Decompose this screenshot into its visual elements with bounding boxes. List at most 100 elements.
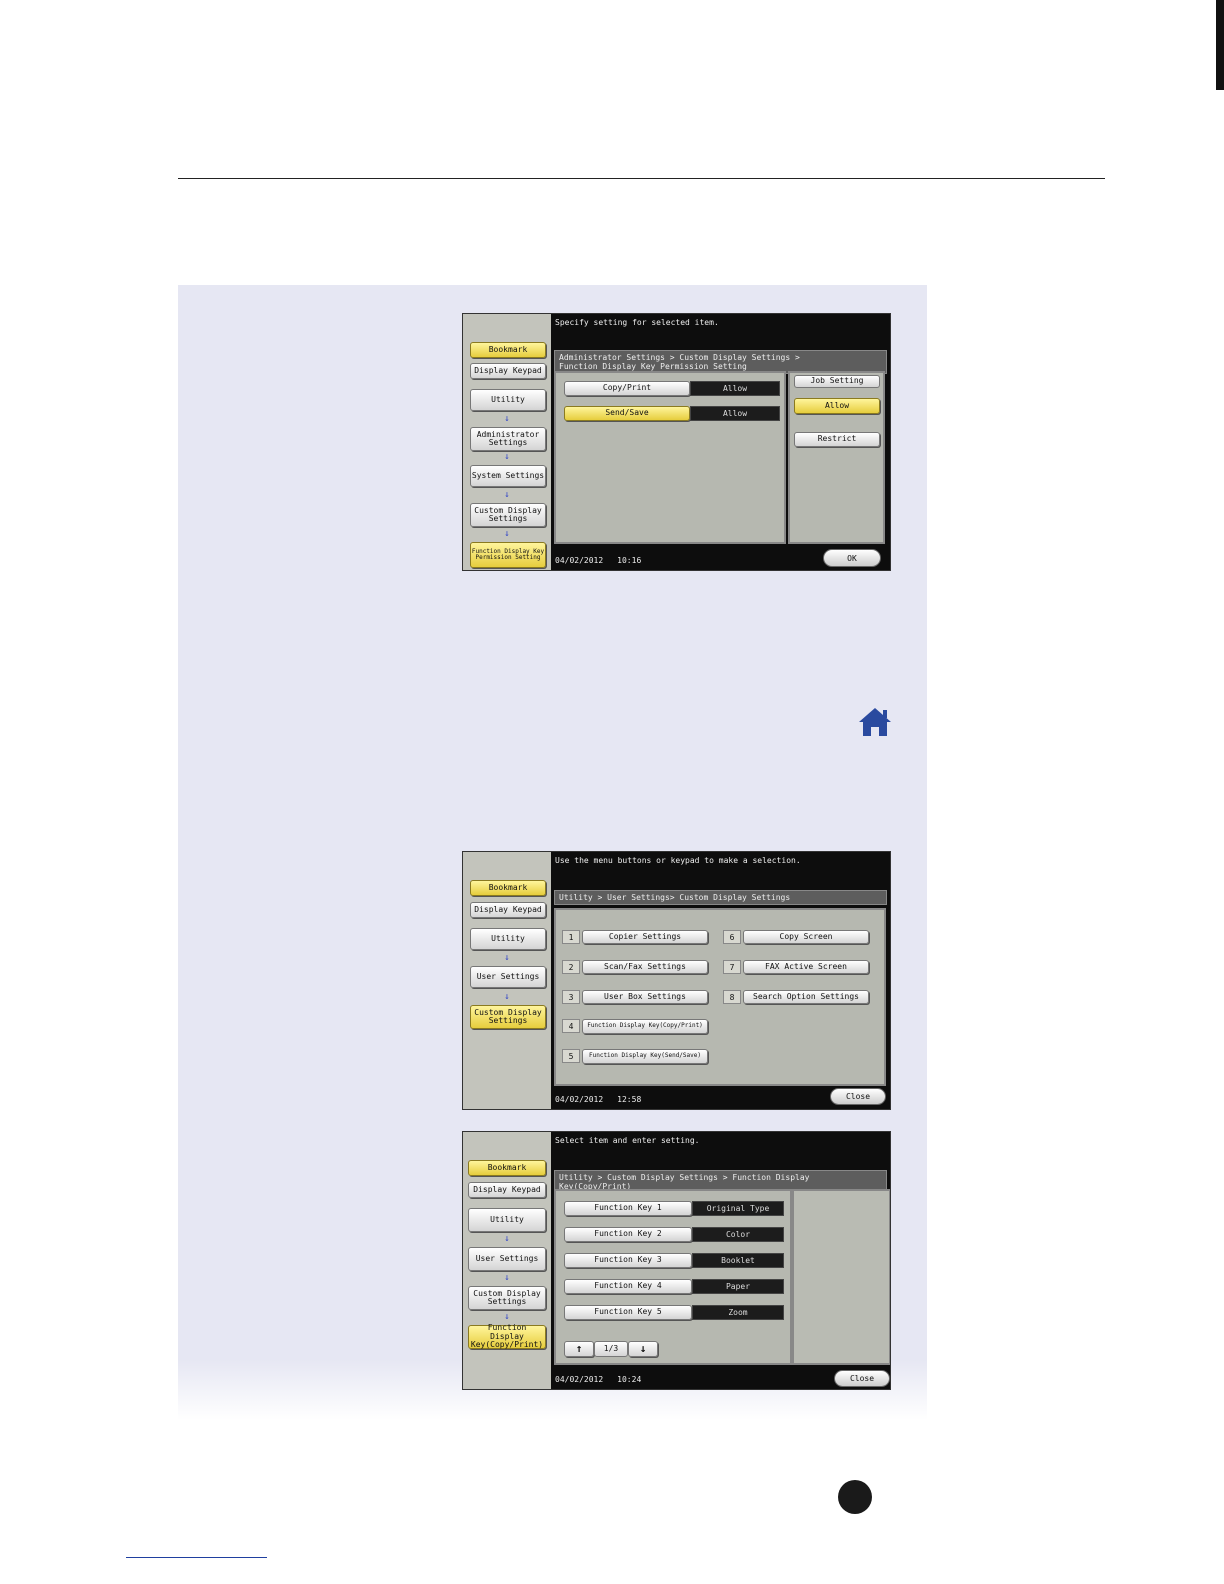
main-area: Select item and enter setting. Utility >… bbox=[551, 1132, 890, 1389]
ok-button[interactable]: OK bbox=[823, 549, 881, 567]
fax-active-screen-button[interactable]: FAX Active Screen bbox=[743, 960, 869, 974]
function-key-4-button[interactable]: Function Key 4 bbox=[564, 1279, 692, 1294]
header-rule bbox=[178, 178, 1105, 179]
copy-print-button[interactable]: Copy/Print bbox=[564, 381, 690, 396]
function-key-2-button[interactable]: Function Key 2 bbox=[564, 1227, 692, 1242]
arrow-down-icon: ↓ bbox=[504, 490, 510, 500]
instruction-message: Specify setting for selected item. bbox=[555, 318, 719, 327]
function-display-key-copy-print-button[interactable]: Function Display Key(Copy/Print) bbox=[582, 1019, 708, 1034]
function-key-1-button[interactable]: Function Key 1 bbox=[564, 1201, 692, 1216]
display-keypad-button[interactable]: Display Keypad bbox=[470, 902, 546, 918]
restrict-button[interactable]: Restrict bbox=[794, 432, 880, 447]
close-button[interactable]: Close bbox=[830, 1088, 886, 1105]
page-edge-bar bbox=[1216, 0, 1224, 90]
page-down-button[interactable]: ↓ bbox=[628, 1341, 658, 1357]
main-area: Use the menu buttons or keypad to make a… bbox=[551, 852, 890, 1109]
sidebar-item-user-settings[interactable]: User Settings bbox=[470, 966, 546, 988]
status-bar: 04/02/2012 10:16 bbox=[555, 556, 641, 565]
bookmark-button[interactable]: Bookmark bbox=[470, 880, 546, 896]
allow-button[interactable]: Allow bbox=[794, 398, 880, 414]
sidebar-item-system-settings[interactable]: System Settings bbox=[470, 465, 546, 487]
arrow-down-icon: ↓ bbox=[504, 1234, 510, 1244]
function-key-list: Function Key 1 Original Type Function Ke… bbox=[554, 1189, 792, 1365]
function-display-key-send-save-button[interactable]: Function Display Key(Send/Save) bbox=[582, 1049, 708, 1064]
instruction-message: Select item and enter setting. bbox=[555, 1136, 700, 1145]
sidebar-item-custom-display-settings[interactable]: Custom Display Settings bbox=[470, 1005, 546, 1029]
menu-number-5: 5 bbox=[562, 1049, 580, 1063]
status-bar: 04/02/2012 12:58 bbox=[555, 1095, 641, 1104]
arrow-down-icon: ↓ bbox=[504, 1312, 510, 1322]
breadcrumb-line-1: Administrator Settings > Custom Display … bbox=[559, 353, 800, 362]
sidebar-item-function-display-key-permission[interactable]: Function Display Key Permission Setting bbox=[470, 542, 546, 568]
sidebar-item-custom-display-settings[interactable]: Custom Display Settings bbox=[468, 1286, 546, 1310]
arrow-down-icon: ↓ bbox=[504, 992, 510, 1002]
sidebar-item-utility[interactable]: Utility bbox=[470, 389, 546, 411]
screen-function-display-key: Bookmark Display Keypad Utility ↓ User S… bbox=[462, 1131, 891, 1390]
sidebar-item-custom-display-settings[interactable]: Custom Display Settings bbox=[470, 503, 546, 527]
menu-area: 1 Copier Settings 2 Scan/Fax Settings 3 … bbox=[554, 908, 886, 1086]
job-setting-label: Job Setting bbox=[794, 375, 880, 388]
send-save-button[interactable]: Send/Save bbox=[564, 406, 690, 421]
menu-number-7: 7 bbox=[723, 960, 741, 974]
sidebar: Bookmark Display Keypad Utility ↓ User S… bbox=[463, 1132, 553, 1389]
scan-fax-settings-button[interactable]: Scan/Fax Settings bbox=[582, 960, 708, 974]
breadcrumb-line-2: Function Display Key Permission Setting bbox=[559, 362, 747, 371]
page-up-button[interactable]: ↑ bbox=[564, 1341, 594, 1357]
arrow-down-icon: ↓ bbox=[504, 414, 510, 424]
function-key-4-value: Paper bbox=[692, 1279, 784, 1294]
status-date: 04/02/2012 bbox=[555, 556, 604, 565]
sidebar: Bookmark Display Keypad Utility ↓ User S… bbox=[463, 852, 553, 1109]
search-option-settings-button[interactable]: Search Option Settings bbox=[743, 990, 869, 1004]
status-time: 10:16 bbox=[617, 556, 642, 565]
instruction-message: Use the menu buttons or keypad to make a… bbox=[555, 856, 801, 865]
sidebar-item-function-display-key-copy-print[interactable]: Function Display Key(Copy/Print) bbox=[468, 1324, 546, 1349]
menu-number-8: 8 bbox=[723, 990, 741, 1004]
menu-number-6: 6 bbox=[723, 930, 741, 944]
status-date: 04/02/2012 bbox=[555, 1095, 604, 1104]
menu-number-4: 4 bbox=[562, 1019, 580, 1033]
menu-number-1: 1 bbox=[562, 930, 580, 944]
bookmark-button[interactable]: Bookmark bbox=[468, 1160, 546, 1176]
sidebar-item-utility[interactable]: Utility bbox=[468, 1208, 546, 1232]
copy-screen-button[interactable]: Copy Screen bbox=[743, 930, 869, 944]
close-button[interactable]: Close bbox=[834, 1370, 890, 1387]
status-bar: 04/02/2012 10:24 bbox=[555, 1375, 641, 1384]
sidebar-item-administrator-settings[interactable]: Administrator Settings bbox=[470, 427, 546, 451]
function-key-2-value: Color bbox=[692, 1227, 784, 1242]
display-keypad-button[interactable]: Display Keypad bbox=[470, 363, 546, 379]
function-key-5-button[interactable]: Function Key 5 bbox=[564, 1305, 692, 1320]
sidebar: Bookmark Display Keypad Utility ↓ Admini… bbox=[463, 314, 553, 570]
breadcrumb: Utility > User Settings> Custom Display … bbox=[554, 890, 887, 905]
status-time: 10:24 bbox=[617, 1375, 642, 1384]
arrow-down-icon: ↓ bbox=[639, 1342, 647, 1356]
function-key-3-value: Booklet bbox=[692, 1253, 784, 1268]
arrow-down-icon: ↓ bbox=[504, 953, 510, 963]
user-box-settings-button[interactable]: User Box Settings bbox=[582, 990, 708, 1004]
copy-print-value: Allow bbox=[690, 381, 780, 396]
bookmark-button[interactable]: Bookmark bbox=[470, 342, 546, 358]
arrow-down-icon: ↓ bbox=[504, 452, 510, 462]
menu-number-3: 3 bbox=[562, 990, 580, 1004]
screen-permission-setting: Bookmark Display Keypad Utility ↓ Admini… bbox=[462, 313, 891, 571]
page-indicator: 1/3 bbox=[594, 1341, 628, 1357]
arrow-down-icon: ↓ bbox=[504, 1273, 510, 1283]
sidebar-item-user-settings[interactable]: User Settings bbox=[468, 1247, 546, 1271]
function-key-5-value: Zoom bbox=[692, 1305, 784, 1320]
copier-settings-button[interactable]: Copier Settings bbox=[582, 930, 708, 944]
settings-list: Copy/Print Allow Send/Save Allow bbox=[554, 371, 786, 544]
function-key-1-value: Original Type bbox=[692, 1201, 784, 1216]
page-number-badge bbox=[838, 1480, 872, 1514]
home-icon[interactable] bbox=[857, 706, 893, 738]
function-key-3-button[interactable]: Function Key 3 bbox=[564, 1253, 692, 1268]
option-panel: Job Setting Allow Restrict bbox=[788, 371, 885, 544]
main-area: Specify setting for selected item. Admin… bbox=[551, 314, 890, 570]
arrow-up-icon: ↑ bbox=[575, 1342, 583, 1356]
sidebar-item-utility[interactable]: Utility bbox=[470, 928, 546, 950]
status-date: 04/02/2012 bbox=[555, 1375, 604, 1384]
menu-number-2: 2 bbox=[562, 960, 580, 974]
footer-link-underline[interactable] bbox=[126, 1557, 267, 1558]
display-keypad-button[interactable]: Display Keypad bbox=[468, 1182, 546, 1198]
arrow-down-icon: ↓ bbox=[504, 529, 510, 539]
status-time: 12:58 bbox=[617, 1095, 642, 1104]
side-panel bbox=[792, 1189, 890, 1365]
